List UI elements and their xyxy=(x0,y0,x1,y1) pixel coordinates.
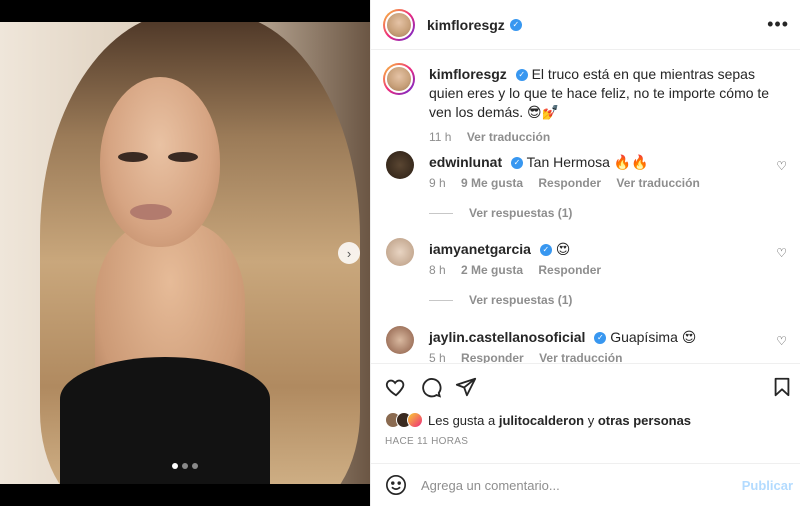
more-options-icon[interactable]: ••• xyxy=(767,14,789,35)
likes-prefix: Les gusta a xyxy=(428,412,496,428)
comment-meta: 9 h 9 Me gusta Responder Ver traducción xyxy=(429,176,712,190)
view-replies-label: Ver respuestas (1) xyxy=(469,206,573,220)
bookmark-icon[interactable] xyxy=(771,376,793,398)
view-replies-link[interactable]: Ver respuestas (1) xyxy=(429,206,572,220)
verified-badge-icon: ✓ xyxy=(511,157,524,170)
carousel-next-button[interactable]: › xyxy=(338,242,360,264)
view-replies-label: Ver respuestas (1) xyxy=(469,293,573,307)
comment-username[interactable]: iamyanetgarcia xyxy=(429,241,531,257)
verified-badge-icon: ✓ xyxy=(515,69,528,82)
photo-dress xyxy=(60,357,270,484)
likes-summary: Les gusta a julitocalderon y otras perso… xyxy=(385,412,691,428)
comment-avatar[interactable] xyxy=(386,151,414,179)
comment-body: jaylin.castellanosoficial ✓ Guapísima 😍 xyxy=(429,329,769,346)
action-icons xyxy=(385,376,477,398)
comment-likes[interactable]: 2 Me gusta xyxy=(461,263,523,277)
likes-text: Les gusta a julitocalderon y otras perso… xyxy=(428,413,691,428)
caption-avatar[interactable] xyxy=(383,63,415,95)
carousel-indicator xyxy=(172,463,198,469)
publish-button[interactable]: Publicar xyxy=(742,478,793,493)
comment-translate-link[interactable]: Ver traducción xyxy=(539,351,622,363)
comment-username[interactable]: jaylin.castellanosoficial xyxy=(429,329,585,345)
comment-time[interactable]: 5 h xyxy=(429,351,446,363)
view-replies-link[interactable]: Ver respuestas (1) xyxy=(429,293,572,307)
comment-text: Tan Hermosa 🔥🔥 xyxy=(526,154,649,170)
comment-time[interactable]: 8 h xyxy=(429,263,446,277)
photo-eye-left xyxy=(118,152,148,162)
photo-lips xyxy=(130,204,172,220)
chevron-right-icon: › xyxy=(346,245,352,261)
likes-others[interactable]: otras personas xyxy=(598,413,691,428)
post-media: › xyxy=(0,0,370,506)
comment-text: 😍 xyxy=(555,241,571,257)
caption-meta: 11 h Ver traducción xyxy=(429,130,562,144)
post-header: kimfloresgz ✓ ••• xyxy=(371,0,800,50)
caption-time[interactable]: 11 h xyxy=(429,130,451,144)
comment-reply-link[interactable]: Responder xyxy=(461,351,524,363)
post-actions: Les gusta a julitocalderon y otras perso… xyxy=(371,363,800,463)
verified-badge-icon: ✓ xyxy=(594,332,607,345)
comment-meta: 5 h Responder Ver traducción xyxy=(429,351,634,363)
carousel-dot xyxy=(182,463,188,469)
comment-translate-link[interactable]: Ver traducción xyxy=(616,176,699,190)
comment-avatar[interactable] xyxy=(386,238,414,266)
caption-text: kimfloresgz ✓ El truco está en que mient… xyxy=(429,65,789,122)
carousel-dot xyxy=(192,463,198,469)
comment-avatar[interactable] xyxy=(386,326,414,354)
caption-username[interactable]: kimfloresgz xyxy=(429,66,507,82)
likes-connector: y xyxy=(587,412,595,428)
author-username[interactable]: kimfloresgz xyxy=(427,17,505,33)
comment-body: iamyanetgarcia ✓ 😍 xyxy=(429,241,769,258)
likes-username[interactable]: julitocalderon xyxy=(499,413,584,428)
post-photo[interactable] xyxy=(0,22,370,484)
post-time-ago[interactable]: HACE 11 HORAS xyxy=(385,436,468,447)
comment-reply-link[interactable]: Responder xyxy=(538,263,601,277)
comment-like-heart-icon[interactable]: ♡ xyxy=(776,159,787,173)
comment-likes[interactable]: 9 Me gusta xyxy=(461,176,523,190)
photo-face xyxy=(100,77,220,247)
add-comment-bar: Publicar xyxy=(371,463,800,506)
liker-avatar xyxy=(407,412,423,428)
like-heart-icon[interactable] xyxy=(385,376,407,398)
share-paper-plane-icon[interactable] xyxy=(455,376,477,398)
verified-badge-icon: ✓ xyxy=(509,18,522,31)
comment-input[interactable] xyxy=(421,477,721,493)
comment-bubble-icon[interactable] xyxy=(420,376,442,398)
emoji-smiley-icon[interactable] xyxy=(385,474,407,496)
comment-username[interactable]: edwinlunat xyxy=(429,154,502,170)
photo-eye-right xyxy=(168,152,198,162)
comment-text: Guapísima 😍 xyxy=(610,329,697,345)
comment-time[interactable]: 9 h xyxy=(429,176,446,190)
comment-like-heart-icon[interactable]: ♡ xyxy=(776,246,787,260)
comment-reply-link[interactable]: Responder xyxy=(538,176,601,190)
author-avatar[interactable] xyxy=(383,8,415,41)
comment-like-heart-icon[interactable]: ♡ xyxy=(776,334,787,348)
comment-body: edwinlunat ✓ Tan Hermosa 🔥🔥 xyxy=(429,154,769,171)
comment-meta: 8 h 2 Me gusta Responder xyxy=(429,263,613,277)
post-panel: kimfloresgz ✓ ••• kimfloresgz ✓ El truco… xyxy=(370,0,800,506)
comments-list[interactable]: kimfloresgz ✓ El truco está en que mient… xyxy=(371,51,800,363)
verified-badge-icon: ✓ xyxy=(539,244,552,257)
caption-translate-link[interactable]: Ver traducción xyxy=(467,130,550,144)
carousel-dot xyxy=(172,463,178,469)
